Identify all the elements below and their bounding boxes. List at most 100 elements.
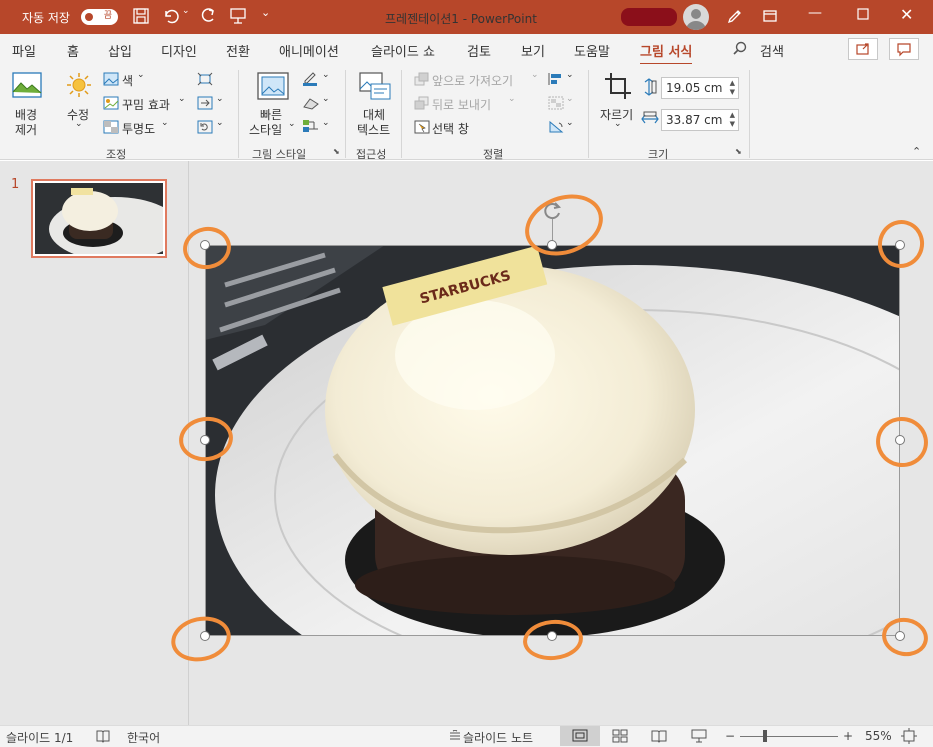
transparency-label[interactable]: 투명도 — [122, 120, 155, 137]
reset-dropdown-icon[interactable]: ⌄ — [216, 118, 224, 128]
undo-dropdown-icon[interactable]: ⌄ — [182, 6, 190, 16]
normal-view-button[interactable] — [560, 726, 600, 746]
quick-styles-icon[interactable] — [257, 72, 289, 103]
tab-transitions[interactable]: 전환 — [226, 41, 250, 60]
transparency-dropdown-icon[interactable]: ⌄ — [161, 118, 169, 128]
comments-button[interactable] — [889, 38, 919, 60]
group-divider — [401, 70, 402, 158]
tab-insert[interactable]: 삽입 — [108, 41, 132, 60]
notes-button[interactable]: 슬라이드 노트 — [463, 729, 533, 746]
selection-pane-label[interactable]: 선택 창 — [432, 120, 469, 137]
autosave-toggle[interactable]: 끔 — [81, 9, 118, 25]
maximize-icon[interactable] — [856, 7, 870, 25]
reading-view-icon[interactable] — [651, 729, 667, 746]
border-dropdown-icon[interactable]: ⌄ — [322, 70, 330, 80]
picture-border-icon[interactable] — [302, 70, 320, 89]
present-icon[interactable] — [229, 7, 247, 29]
slideshow-view-icon[interactable] — [691, 729, 707, 746]
tab-review[interactable]: 검토 — [467, 41, 491, 60]
redo-icon[interactable] — [199, 7, 217, 29]
tab-help[interactable]: 도움말 — [574, 41, 610, 60]
align-dropdown-icon[interactable]: ⌄ — [566, 70, 574, 80]
zoom-slider-track[interactable] — [740, 736, 838, 737]
slide-sorter-icon[interactable] — [612, 729, 628, 746]
designer-pen-icon[interactable] — [726, 7, 744, 29]
corrections-dropdown-icon[interactable]: ⌄ — [75, 119, 83, 129]
artistic-effects-label[interactable]: 꾸밈 효과 — [122, 96, 170, 113]
height-down-icon[interactable]: ▼ — [730, 88, 735, 96]
alt-text-label-2[interactable]: 텍스트 — [357, 121, 390, 138]
tab-design[interactable]: 디자인 — [161, 41, 197, 60]
remove-background-icon[interactable] — [12, 72, 42, 101]
minimize-icon[interactable]: — — [808, 5, 822, 21]
zoom-slider-thumb[interactable] — [763, 730, 767, 742]
search-icon[interactable] — [732, 41, 747, 59]
transparency-icon[interactable] — [103, 120, 119, 137]
zoom-in-button[interactable]: + — [843, 729, 853, 743]
artistic-effects-icon[interactable] — [103, 96, 119, 113]
height-value: 19.05 cm — [666, 81, 723, 95]
tab-slideshow[interactable]: 슬라이드 쇼 — [371, 41, 435, 60]
avatar[interactable] — [683, 4, 709, 30]
change-picture-icon[interactable] — [197, 96, 213, 113]
collapse-ribbon-icon[interactable]: ⌃ — [912, 145, 921, 158]
change-picture-dropdown-icon[interactable]: ⌄ — [216, 94, 224, 104]
styles-launcher-icon[interactable]: ⬊ — [333, 147, 340, 156]
quick-styles-dropdown-icon[interactable]: ⌄ — [288, 119, 296, 129]
height-up-icon[interactable]: ▲ — [730, 79, 735, 87]
corrections-sun-icon[interactable] — [66, 72, 92, 101]
tab-file[interactable]: 파일 — [12, 41, 36, 60]
size-group-label: 크기 — [648, 148, 669, 161]
picture-layout-icon[interactable] — [302, 118, 320, 137]
zoom-percentage[interactable]: 55% — [865, 729, 892, 743]
crop-dropdown-icon[interactable]: ⌄ — [614, 119, 622, 129]
quick-styles-label-2[interactable]: 스타일 — [249, 121, 282, 138]
align-icon[interactable] — [548, 72, 564, 89]
crop-icon[interactable] — [604, 72, 632, 103]
layout-dropdown-icon[interactable]: ⌄ — [322, 118, 330, 128]
tab-picture-format[interactable]: 그림 서식 — [640, 41, 693, 66]
save-icon[interactable] — [132, 7, 150, 29]
width-up-icon[interactable]: ▲ — [730, 111, 735, 119]
ribbon-display-icon[interactable] — [761, 7, 779, 29]
slide-thumbnail[interactable] — [31, 179, 181, 261]
customize-qat-icon[interactable]: ⌄ — [261, 6, 270, 19]
search-label[interactable]: 검색 — [760, 41, 784, 60]
thumbnail-image — [35, 183, 181, 261]
styles-group-label: 그림 스타일 — [252, 148, 307, 161]
width-down-icon[interactable]: ▼ — [730, 120, 735, 128]
color-dropdown-icon[interactable]: ⌄ — [137, 70, 145, 80]
remove-bg-label-2[interactable]: 제거 — [15, 121, 37, 138]
compress-pictures-icon[interactable] — [197, 72, 213, 89]
size-launcher-icon[interactable]: ⬊ — [735, 147, 742, 156]
selection-pane-icon[interactable] — [414, 120, 430, 137]
notes-icon[interactable] — [449, 729, 461, 745]
height-icon — [641, 78, 657, 99]
color-label[interactable]: 색 — [122, 72, 133, 89]
rotate-dropdown-icon[interactable]: ⌄ — [566, 118, 574, 128]
effects-dropdown-icon[interactable]: ⌄ — [322, 94, 330, 104]
tab-home[interactable]: 홈 — [67, 41, 79, 60]
group-dropdown-icon: ⌄ — [566, 94, 574, 104]
alt-text-icon[interactable] — [359, 72, 391, 103]
width-icon — [641, 111, 659, 130]
width-field[interactable]: 33.87 cm ▲ ▼ — [661, 109, 739, 131]
reset-picture-icon[interactable] — [197, 120, 213, 137]
group-divider — [749, 70, 750, 158]
picture-effects-icon[interactable] — [302, 95, 320, 114]
color-icon[interactable] — [103, 72, 119, 89]
share-button[interactable] — [848, 38, 878, 60]
close-icon[interactable]: ✕ — [900, 5, 913, 24]
tab-view[interactable]: 보기 — [521, 41, 545, 60]
artistic-dropdown-icon[interactable]: ⌄ — [178, 94, 186, 104]
document-title: 프레젠테이션1 - PowerPoint — [385, 12, 537, 26]
tab-animations[interactable]: 애니메이션 — [279, 41, 339, 60]
language-label[interactable]: 한국어 — [127, 729, 160, 746]
rotate-icon[interactable] — [548, 120, 564, 137]
bring-forward-dropdown-icon: ⌄ — [531, 70, 539, 80]
undo-icon[interactable] — [162, 7, 180, 29]
height-field[interactable]: 19.05 cm ▲ ▼ — [661, 77, 739, 99]
fit-to-window-icon[interactable] — [900, 727, 918, 747]
spelling-icon[interactable] — [96, 729, 110, 746]
zoom-out-button[interactable]: − — [725, 729, 735, 743]
